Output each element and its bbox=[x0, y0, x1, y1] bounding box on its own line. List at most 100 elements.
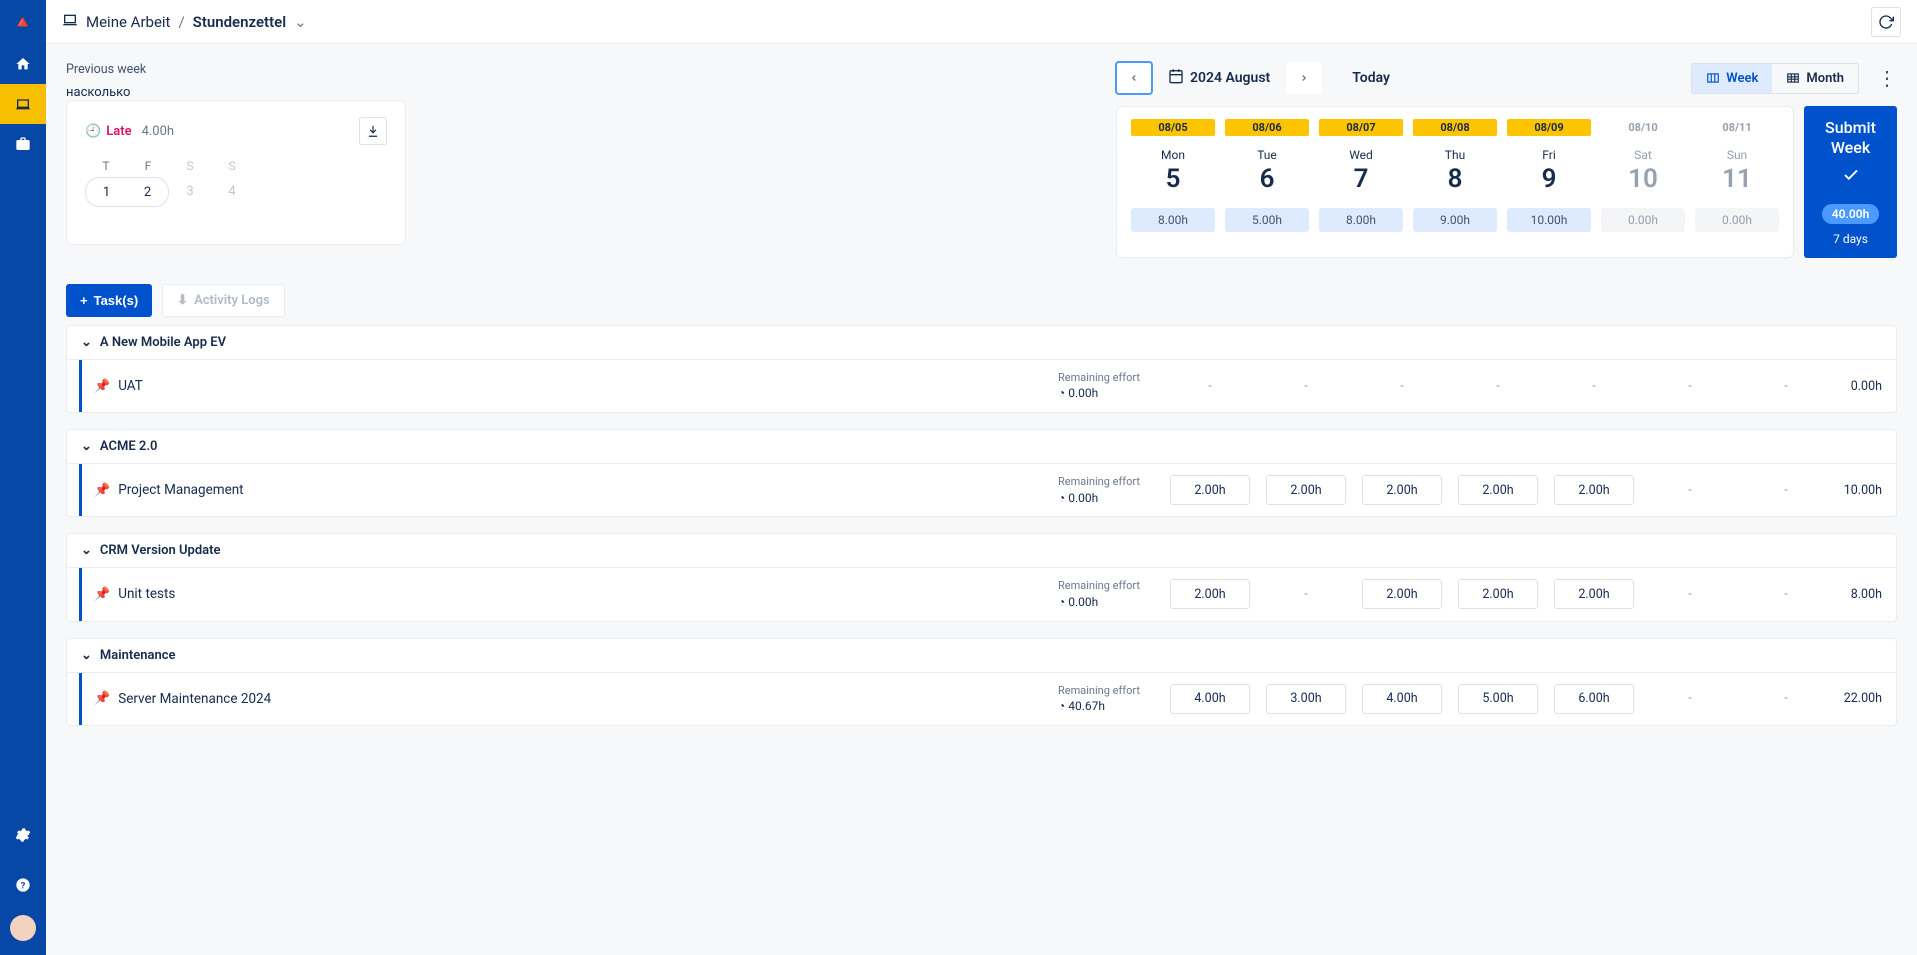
group-header[interactable]: ⌄A New Mobile App EV bbox=[67, 326, 1896, 360]
download-button[interactable] bbox=[359, 117, 387, 145]
task-name[interactable]: Unit tests bbox=[118, 586, 175, 602]
day-column[interactable]: 08/10Sat100.00h bbox=[1601, 119, 1685, 245]
submit-week-button[interactable]: Submit Week 40.00h 7 days bbox=[1804, 106, 1897, 258]
pin-icon[interactable]: 📌 bbox=[94, 587, 110, 602]
hour-cell[interactable]: 2.00h bbox=[1458, 475, 1538, 505]
sidebar-mywork[interactable] bbox=[0, 84, 46, 124]
day-number: 6 bbox=[1260, 164, 1275, 194]
pin-icon[interactable]: 📌 bbox=[94, 483, 110, 498]
hour-cell[interactable]: 2.00h bbox=[1362, 475, 1442, 505]
day-number: 9 bbox=[1542, 164, 1557, 194]
refresh-button[interactable] bbox=[1871, 7, 1901, 37]
hour-cell[interactable]: 2.00h bbox=[1266, 475, 1346, 505]
mini-day-cell[interactable]: 2 bbox=[127, 177, 169, 207]
group-header[interactable]: ⌄Maintenance bbox=[67, 639, 1896, 673]
month-display[interactable]: 2024 August bbox=[1162, 68, 1276, 88]
day-date: 08/10 bbox=[1601, 119, 1685, 136]
sidebar-help[interactable]: ? bbox=[0, 865, 46, 905]
hour-cell[interactable]: 2.00h bbox=[1554, 579, 1634, 609]
hour-cell[interactable]: 2.00h bbox=[1362, 579, 1442, 609]
day-column[interactable]: 08/05Mon58.00h bbox=[1131, 119, 1215, 245]
hour-cell[interactable]: 3.00h bbox=[1266, 684, 1346, 714]
hour-cell[interactable]: 2.00h bbox=[1170, 475, 1250, 505]
task-group: ⌄ACME 2.0 📌 Project Management Remaining ef… bbox=[66, 429, 1897, 517]
day-hours: 5.00h bbox=[1225, 208, 1309, 232]
mini-day-cell[interactable]: 4 bbox=[211, 177, 253, 207]
task-row: 📌Unit testsRemaining effort◔ 0.00h2.00h-… bbox=[79, 568, 1896, 620]
mini-calendar: TFSS1234 bbox=[85, 159, 387, 207]
group-header[interactable]: ⌄CRM Version Update bbox=[67, 534, 1896, 568]
late-card: 🕘 Late 4.00h TFSS1234 bbox=[66, 100, 406, 245]
prev-button[interactable] bbox=[1116, 62, 1152, 94]
group-name: A New Mobile App EV bbox=[100, 335, 226, 350]
hour-cell: - bbox=[1554, 371, 1634, 401]
pin-icon[interactable]: 📌 bbox=[94, 691, 110, 706]
next-button[interactable] bbox=[1286, 62, 1322, 94]
late-hours: 4.00h bbox=[142, 124, 175, 139]
day-column[interactable]: 08/08Thu89.00h bbox=[1413, 119, 1497, 245]
hour-cell[interactable]: 6.00h bbox=[1554, 684, 1634, 714]
day-hours: 0.00h bbox=[1601, 208, 1685, 232]
crumb-mywork[interactable]: Meine Arbeit bbox=[86, 13, 170, 31]
day-date: 08/11 bbox=[1695, 119, 1779, 136]
sidebar-settings[interactable] bbox=[0, 815, 46, 855]
day-date: 08/08 bbox=[1413, 119, 1497, 136]
view-toggle: Week Month bbox=[1691, 63, 1859, 94]
day-column[interactable]: 08/07Wed78.00h bbox=[1319, 119, 1403, 245]
day-column[interactable]: 08/11Sun110.00h bbox=[1695, 119, 1779, 245]
hour-cell[interactable]: 2.00h bbox=[1554, 475, 1634, 505]
task-name[interactable]: Server Maintenance 2024 bbox=[118, 691, 271, 707]
chevron-down-icon[interactable]: ⌄ bbox=[294, 13, 307, 31]
add-task-button[interactable]: +Task(s) bbox=[66, 284, 152, 317]
hour-cell[interactable]: 2.00h bbox=[1170, 579, 1250, 609]
hour-cell: - bbox=[1746, 579, 1826, 609]
day-number: 10 bbox=[1628, 164, 1658, 194]
remaining-effort: Remaining effort◔ 0.00h bbox=[1058, 474, 1170, 506]
day-name: Sun bbox=[1727, 148, 1747, 162]
mini-day-head: S bbox=[211, 159, 253, 173]
group-name: CRM Version Update bbox=[100, 543, 221, 558]
pin-icon[interactable]: 📌 bbox=[94, 379, 110, 394]
logo-icon[interactable]: 🔺 bbox=[0, 0, 46, 44]
mini-day-head: T bbox=[85, 159, 127, 173]
day-number: 11 bbox=[1722, 164, 1752, 194]
sidebar-work[interactable] bbox=[0, 124, 46, 164]
group-name: ACME 2.0 bbox=[100, 439, 158, 454]
sidebar-home[interactable] bbox=[0, 44, 46, 84]
tab-month[interactable]: Month bbox=[1772, 64, 1858, 93]
day-name: Fri bbox=[1542, 148, 1555, 162]
tab-week[interactable]: Week bbox=[1692, 64, 1772, 93]
hour-cell: - bbox=[1170, 371, 1250, 401]
total-hours-badge: 40.00h bbox=[1822, 204, 1880, 224]
day-hours: 9.00h bbox=[1413, 208, 1497, 232]
day-column[interactable]: 08/06Tue65.00h bbox=[1225, 119, 1309, 245]
header: Meine Arbeit / Stundenzettel ⌄ bbox=[46, 0, 1917, 44]
task-total: 8.00h bbox=[1826, 587, 1896, 602]
crumb-page[interactable]: Stundenzettel bbox=[193, 13, 286, 31]
hour-cell: - bbox=[1650, 579, 1730, 609]
mini-day-cell[interactable]: 3 bbox=[169, 177, 211, 207]
hour-cell[interactable]: 4.00h bbox=[1170, 684, 1250, 714]
day-date: 08/06 bbox=[1225, 119, 1309, 136]
task-name[interactable]: UAT bbox=[118, 378, 143, 394]
hour-cell[interactable]: 5.00h bbox=[1458, 684, 1538, 714]
more-menu[interactable]: ⋮ bbox=[1877, 66, 1897, 90]
activity-logs-button[interactable]: ⬇Activity Logs bbox=[162, 284, 285, 317]
plus-icon: + bbox=[80, 293, 88, 308]
group-header[interactable]: ⌄ACME 2.0 bbox=[67, 430, 1896, 464]
today-button[interactable]: Today bbox=[1352, 70, 1390, 86]
hour-cell: - bbox=[1650, 684, 1730, 714]
avatar[interactable] bbox=[10, 915, 36, 941]
day-name: Wed bbox=[1349, 148, 1373, 162]
task-row: 📌 Project Management Remaining effort◔ 0.0… bbox=[79, 464, 1896, 516]
task-name[interactable]: Project Management bbox=[118, 482, 243, 498]
remaining-effort: Remaining effort◔ 0.00h bbox=[1058, 370, 1170, 402]
chevron-down-icon: ⌄ bbox=[81, 648, 92, 663]
mini-day-cell[interactable]: 1 bbox=[85, 177, 127, 207]
task-group: ⌄A New Mobile App EV 📌 UAT Remaining effort… bbox=[66, 325, 1897, 413]
day-date: 08/09 bbox=[1507, 119, 1591, 136]
hour-cell[interactable]: 2.00h bbox=[1458, 579, 1538, 609]
hour-cell: - bbox=[1650, 371, 1730, 401]
day-column[interactable]: 08/09Fri910.00h bbox=[1507, 119, 1591, 245]
hour-cell[interactable]: 4.00h bbox=[1362, 684, 1442, 714]
